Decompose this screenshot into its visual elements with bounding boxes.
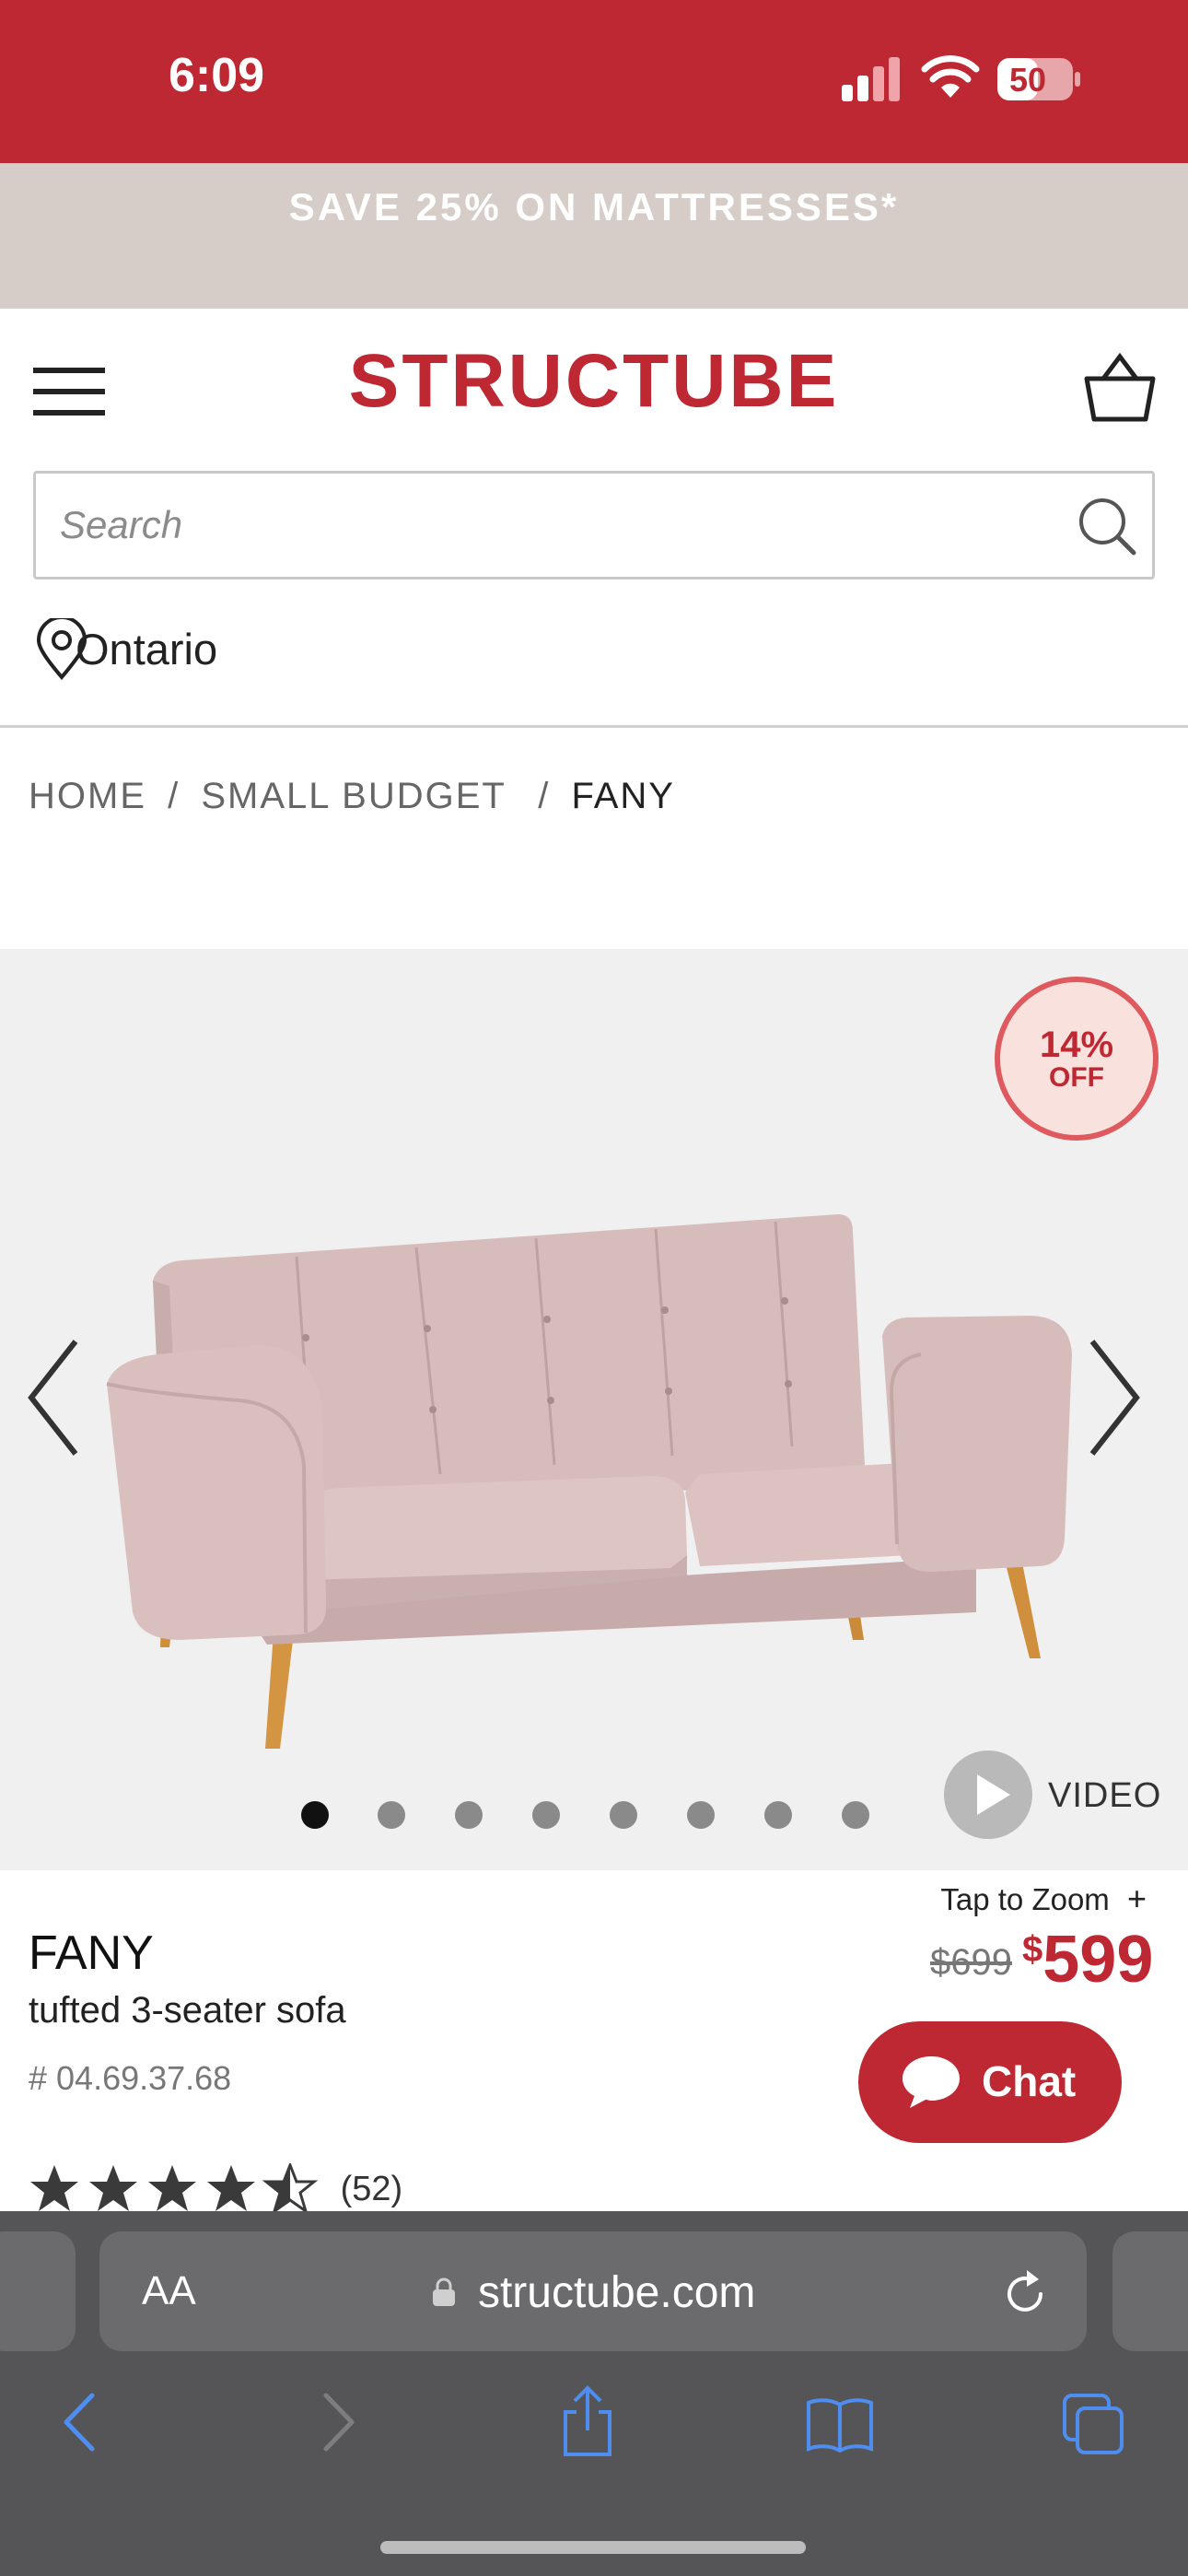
breadcrumb-separator: / [538, 776, 551, 816]
current-price: $599 [1022, 1922, 1153, 1997]
gallery-next-arrow-icon[interactable] [1087, 1338, 1142, 1462]
url-text: structube.com [477, 2267, 756, 2317]
search-field[interactable]: Search [33, 471, 1155, 580]
site-header: STRUCTUBE Search Ontario [0, 309, 1188, 728]
breadcrumb-home[interactable]: HOME [29, 776, 146, 816]
rating-row[interactable]: (52) [29, 2163, 402, 2215]
wifi-icon [921, 53, 980, 104]
share-icon[interactable] [558, 2384, 617, 2458]
search-input[interactable]: Search [60, 503, 182, 547]
product-image-sofa[interactable] [92, 1179, 1105, 1769]
status-time: 6:09 [169, 49, 265, 102]
product-name: FANY [29, 1926, 154, 1980]
tabs-icon[interactable] [1061, 2392, 1127, 2456]
promo-banner[interactable]: SAVE 25% ON MATTRESSES* [0, 163, 1188, 309]
chat-bubble-icon [903, 2056, 960, 2108]
chat-label: Chat [982, 2057, 1077, 2105]
chat-button[interactable]: Chat [858, 2021, 1122, 2143]
search-icon[interactable] [1077, 496, 1137, 561]
gallery-dot[interactable] [378, 1801, 405, 1829]
next-tab-pill[interactable] [1112, 2231, 1188, 2351]
status-bar: 6:09 50 [0, 0, 1188, 163]
url-display[interactable]: structube.com [99, 2265, 1087, 2318]
plus-icon: + [1126, 1879, 1147, 1917]
discount-percent: 14% [1039, 1025, 1114, 1065]
gallery-dot[interactable] [687, 1801, 715, 1829]
home-indicator[interactable] [380, 2541, 806, 2554]
price-value: 599 [1042, 1923, 1154, 1996]
gallery-dot[interactable] [610, 1801, 637, 1829]
signal-icon [842, 57, 903, 106]
bookmarks-icon[interactable] [805, 2395, 875, 2453]
price-currency: $ [1022, 1929, 1043, 1970]
product-description: tufted 3-seater sofa [29, 1990, 346, 2031]
gallery-dot[interactable] [842, 1801, 869, 1829]
product-info: Tap to Zoom + FANY tufted 3-seater sofa … [0, 1870, 1188, 2213]
gallery-dot[interactable] [764, 1801, 792, 1829]
battery-level: 50 [1009, 61, 1047, 99]
breadcrumb-category[interactable]: SMALL BUDGET [201, 776, 506, 816]
shopping-bag-icon[interactable] [1083, 352, 1157, 427]
breadcrumb-current: FANY [571, 776, 675, 816]
rating-count: (52) [340, 2169, 403, 2208]
site-logo[interactable]: STRUCTUBE [0, 338, 1188, 425]
browser-toolbar: AA structube.com [0, 2211, 1188, 2576]
gallery-dot[interactable] [301, 1801, 329, 1829]
tap-to-zoom-label: Tap to Zoom [940, 1882, 1110, 1916]
breadcrumb-separator: / [168, 776, 181, 816]
promo-text: SAVE 25% ON MATTRESSES* [288, 185, 900, 228]
address-bar[interactable]: AA structube.com [99, 2231, 1087, 2351]
discount-badge: 14% OFF [995, 977, 1159, 1141]
previous-tab-pill[interactable] [0, 2231, 76, 2351]
old-price: $699 [930, 1942, 1012, 1983]
gallery-dot[interactable] [532, 1801, 560, 1829]
breadcrumb: HOME / SMALL BUDGET / FANY [29, 776, 675, 817]
rating-stars-icon [30, 2163, 316, 2213]
battery-icon: 50 [996, 57, 1081, 101]
lock-icon [432, 2277, 455, 2307]
tap-to-zoom[interactable]: Tap to Zoom + [940, 1879, 1147, 1918]
reload-icon[interactable] [1002, 2268, 1048, 2316]
gallery-dot[interactable] [455, 1801, 483, 1829]
location-label[interactable]: Ontario [76, 624, 217, 674]
discount-off: OFF [1049, 1062, 1104, 1093]
product-sku: # 04.69.37.68 [29, 2059, 232, 2097]
gallery-prev-arrow-icon[interactable] [26, 1338, 81, 1462]
play-icon [977, 1774, 1010, 1815]
product-gallery[interactable]: 14% OFF VIDEO [0, 949, 1188, 1870]
video-label[interactable]: VIDEO [1048, 1776, 1161, 1816]
back-arrow-icon[interactable] [61, 2392, 98, 2453]
video-play-button[interactable] [944, 1751, 1032, 1839]
forward-arrow-icon [323, 2393, 355, 2452]
